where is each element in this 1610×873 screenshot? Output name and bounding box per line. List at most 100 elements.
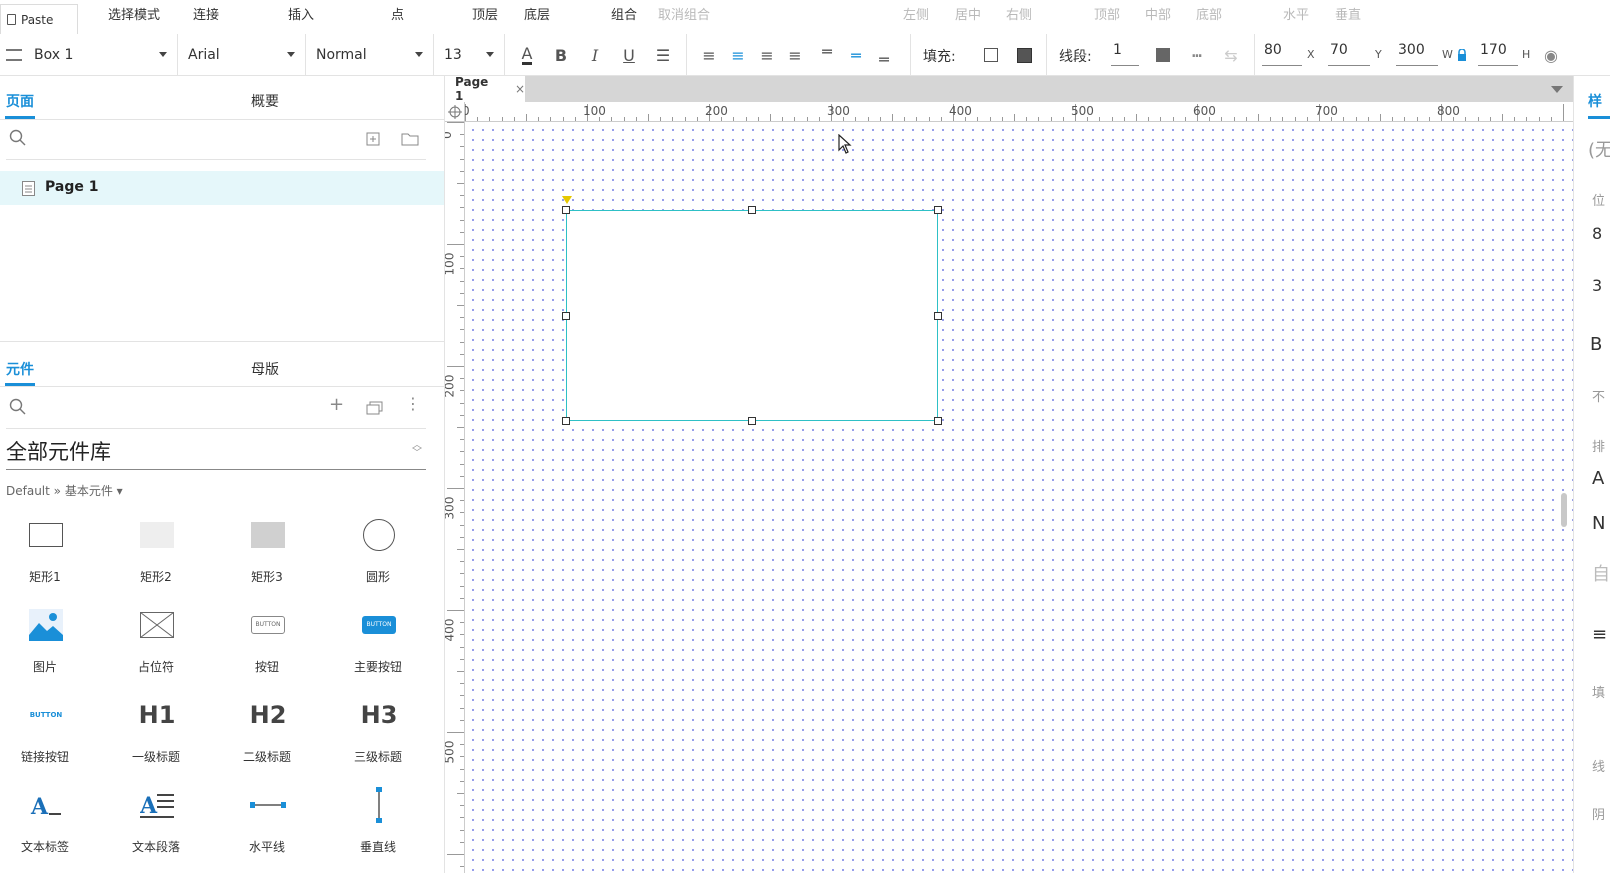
font-family-field[interactable]: A bbox=[1592, 468, 1604, 489]
tab-widgets[interactable]: 元件 bbox=[6, 359, 34, 379]
more-options-icon[interactable]: ⋮ bbox=[405, 394, 421, 413]
style-dropdown[interactable]: Box 1 bbox=[0, 34, 178, 76]
widget-rectangle1[interactable]: 矩形1 bbox=[0, 518, 90, 590]
search-icon[interactable] bbox=[9, 129, 27, 151]
align-top-menu[interactable]: 顶部 bbox=[1094, 4, 1120, 23]
align-middle-menu[interactable]: 中部 bbox=[1145, 4, 1171, 23]
library-breadcrumb[interactable]: Default » 基本元件 ▾ bbox=[6, 482, 123, 499]
font-dropdown[interactable]: Arial bbox=[178, 34, 306, 76]
widget-h1[interactable]: H1 一级标题 bbox=[111, 698, 201, 770]
ruler-corner[interactable] bbox=[445, 102, 465, 122]
font-section[interactable]: B bbox=[1590, 334, 1602, 355]
corner-radius-handle-icon[interactable] bbox=[562, 196, 572, 204]
arrow-style-icon[interactable]: ⇆ bbox=[1220, 44, 1242, 66]
widget-link-button[interactable]: BUTTON 链接按钮 bbox=[0, 698, 90, 770]
widget-rectangle2[interactable]: 矩形2 bbox=[111, 518, 201, 590]
height-field[interactable]: 170 bbox=[1478, 42, 1518, 66]
shadow-swatch[interactable] bbox=[1013, 44, 1035, 66]
vertical-ruler[interactable]: 0 100 200 300 400 500 bbox=[445, 122, 465, 873]
x-field[interactable]: 80 bbox=[1262, 42, 1302, 66]
widget-vertical-line[interactable]: 垂直线 bbox=[333, 787, 423, 860]
resize-handle-nw[interactable] bbox=[562, 206, 570, 214]
lock-icon[interactable] bbox=[1456, 44, 1468, 66]
eye-icon[interactable]: ◉ bbox=[1540, 44, 1562, 66]
widget-text-label[interactable]: A 文本标签 bbox=[0, 788, 90, 860]
widget-h2[interactable]: H2 二级标题 bbox=[222, 698, 312, 770]
point-menu[interactable]: 点 bbox=[391, 4, 404, 23]
tab-pages[interactable]: 页面 bbox=[6, 91, 34, 111]
resize-handle-se[interactable] bbox=[934, 417, 942, 425]
x-value[interactable]: 8 bbox=[1592, 224, 1602, 243]
stroke-width-field[interactable]: 1 bbox=[1111, 42, 1139, 66]
widget-placeholder[interactable]: 占位符 bbox=[111, 608, 201, 680]
horizontal-ruler[interactable]: 0 100 200 300 400 500 600 700 800 bbox=[465, 102, 1573, 122]
widget-primary-button[interactable]: BUTTON 主要按钮 bbox=[333, 608, 423, 680]
tab-overflow-chevron-icon[interactable] bbox=[1551, 86, 1563, 93]
resize-handle-w[interactable] bbox=[562, 312, 570, 320]
align-bottom-icon[interactable]: ═ bbox=[873, 48, 895, 70]
y-field[interactable]: 70 bbox=[1328, 42, 1370, 66]
library-stack-icon[interactable] bbox=[366, 400, 384, 419]
paste-button[interactable]: Paste bbox=[0, 4, 78, 34]
w-value[interactable]: 3 bbox=[1592, 276, 1602, 295]
font-size-dropdown[interactable]: 13 bbox=[434, 34, 505, 76]
align-bottom-menu[interactable]: 底部 bbox=[1196, 4, 1222, 23]
widget-button[interactable]: BUTTON 按钮 bbox=[222, 608, 312, 680]
align-right-icon[interactable]: ≡ bbox=[756, 44, 778, 66]
group-menu[interactable]: 组合 bbox=[611, 4, 637, 23]
width-field[interactable]: 300 bbox=[1396, 42, 1438, 66]
stroke-pattern-icon[interactable]: ┅ bbox=[1186, 44, 1208, 66]
tab-outline[interactable]: 概要 bbox=[251, 91, 279, 111]
connect-menu[interactable]: 连接 bbox=[193, 4, 219, 23]
bullet-list-icon[interactable]: ☰ bbox=[652, 44, 674, 66]
align-left-icon[interactable]: ≡ bbox=[698, 44, 720, 66]
canvas-scrollbar-thumb[interactable] bbox=[1561, 493, 1567, 527]
widget-rectangle3[interactable]: 矩形3 bbox=[222, 518, 312, 590]
align-center-menu[interactable]: 居中 bbox=[955, 4, 981, 23]
resize-handle-ne[interactable] bbox=[934, 206, 942, 214]
bring-to-front-menu[interactable]: 顶层 bbox=[472, 4, 498, 23]
selected-rectangle-box[interactable] bbox=[566, 210, 938, 421]
align-center-icon[interactable]: ≡ bbox=[727, 44, 749, 66]
widget-horizontal-line[interactable]: 水平线 bbox=[222, 788, 312, 860]
widget-image[interactable]: 图片 bbox=[0, 608, 90, 680]
font-weight-dropdown[interactable]: Normal bbox=[306, 34, 434, 76]
page-list-item[interactable]: Page 1 bbox=[0, 171, 444, 205]
add-folder-icon[interactable] bbox=[401, 131, 419, 150]
close-icon[interactable]: × bbox=[515, 82, 525, 96]
widget-name-field[interactable]: (无 bbox=[1588, 136, 1610, 162]
align-right-menu[interactable]: 右侧 bbox=[1006, 4, 1032, 23]
italic-icon[interactable]: I bbox=[584, 44, 606, 66]
resize-handle-n[interactable] bbox=[748, 206, 756, 214]
align-middle-icon[interactable]: ═ bbox=[845, 44, 867, 66]
search-icon[interactable] bbox=[9, 398, 27, 420]
tab-style[interactable]: 样 bbox=[1588, 91, 1602, 111]
resize-handle-s[interactable] bbox=[748, 417, 756, 425]
insert-menu[interactable]: 插入 bbox=[288, 4, 314, 23]
widget-h3[interactable]: H3 三级标题 bbox=[333, 698, 423, 770]
distribute-horizontal-menu[interactable]: 水平 bbox=[1283, 4, 1309, 23]
send-to-back-menu[interactable]: 底层 bbox=[524, 4, 550, 23]
tab-masters[interactable]: 母版 bbox=[251, 359, 279, 379]
select-mode-menu[interactable]: 选择模式 bbox=[108, 4, 160, 23]
align-top-icon[interactable]: ═ bbox=[816, 40, 838, 62]
resize-handle-e[interactable] bbox=[934, 312, 942, 320]
widget-circle[interactable]: 圆形 bbox=[333, 518, 423, 590]
ungroup-menu[interactable]: 取消组合 bbox=[658, 4, 710, 23]
line-spacing-icon[interactable]: ≡ bbox=[1592, 624, 1607, 645]
auto-field[interactable]: 自 bbox=[1592, 560, 1610, 586]
resize-handle-sw[interactable] bbox=[562, 417, 570, 425]
stroke-color-swatch[interactable] bbox=[1152, 44, 1174, 66]
library-select[interactable]: 全部元件库 ︿ ﹀ bbox=[6, 436, 426, 470]
align-left-menu[interactable]: 左侧 bbox=[903, 4, 929, 23]
widget-text-paragraph[interactable]: A 文本段落 bbox=[111, 788, 201, 860]
font-weight-field[interactable]: N bbox=[1592, 513, 1605, 534]
bold-icon[interactable]: B bbox=[550, 44, 572, 66]
justify-icon[interactable]: ≡ bbox=[784, 44, 806, 66]
fill-color-swatch[interactable] bbox=[980, 44, 1002, 66]
add-page-icon[interactable] bbox=[366, 131, 380, 150]
underline-icon[interactable]: U bbox=[618, 44, 640, 66]
distribute-vertical-menu[interactable]: 垂直 bbox=[1335, 4, 1361, 23]
tab-page-1[interactable]: Page 1 × bbox=[445, 75, 525, 103]
add-library-icon[interactable]: + bbox=[329, 394, 344, 415]
